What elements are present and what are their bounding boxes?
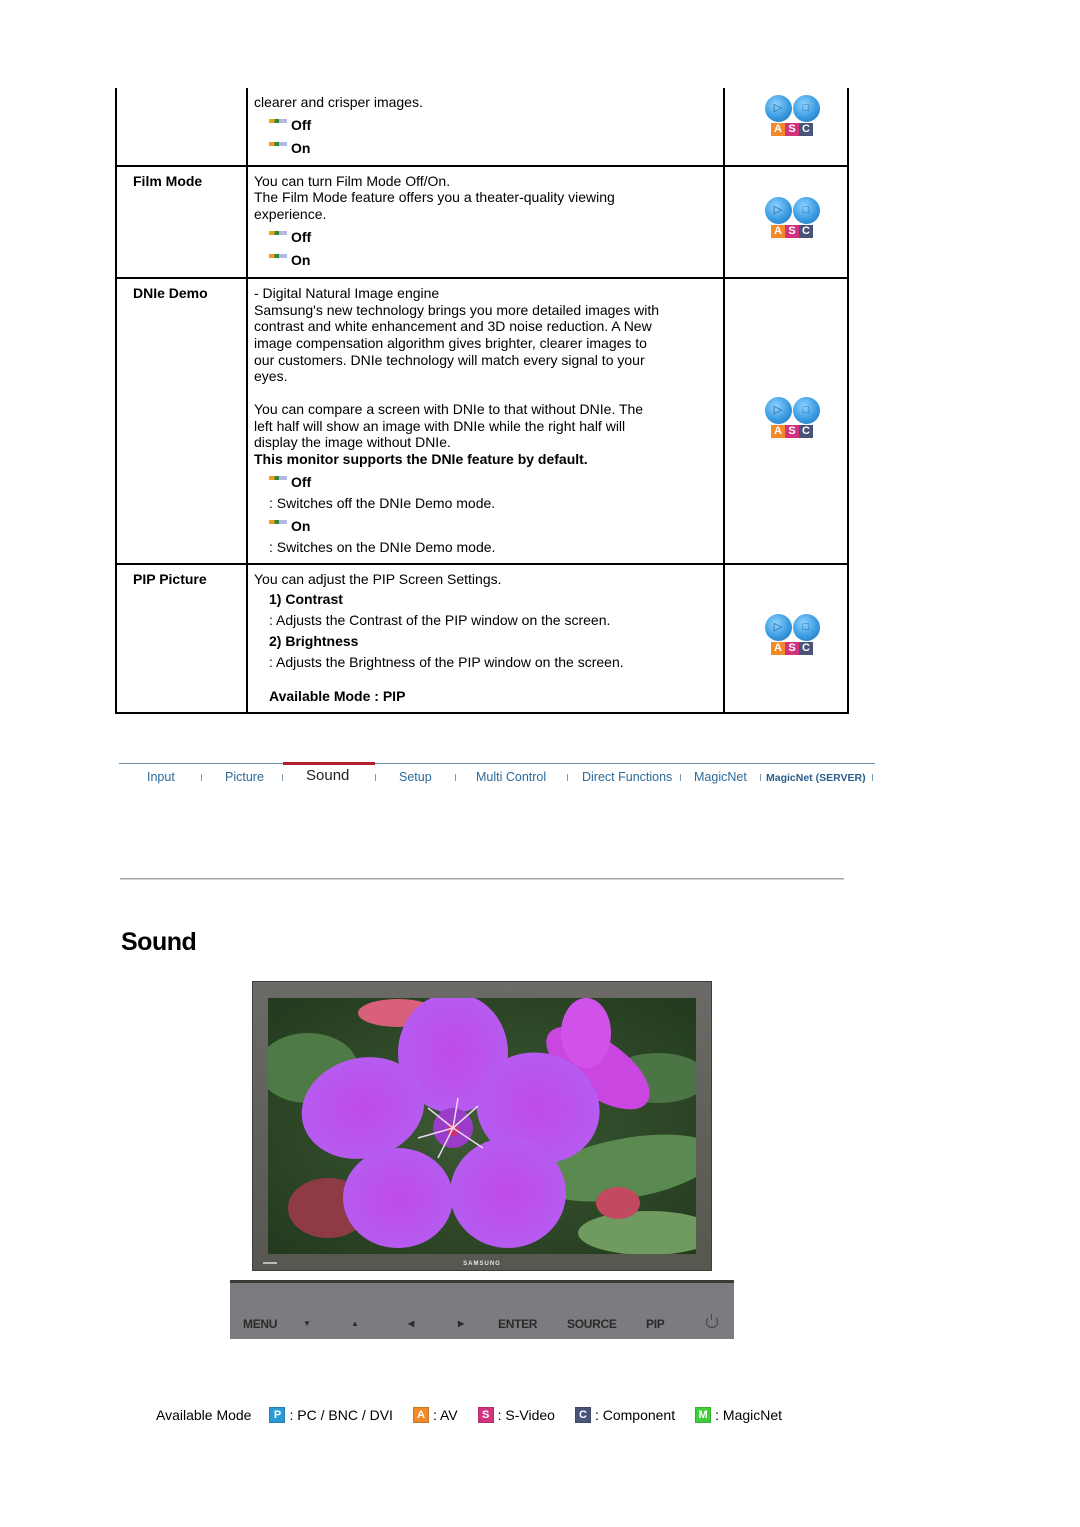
tab-separator <box>760 774 761 781</box>
enter-button[interactable]: ENTER <box>498 1317 537 1331</box>
tab-direct-functions[interactable]: Direct Functions <box>582 770 672 784</box>
active-tab-indicator <box>283 762 375 765</box>
option-on: On <box>269 140 717 157</box>
p-mode-icon: P <box>269 1407 286 1423</box>
down-arrow-icon[interactable]: ▼ <box>303 1319 311 1328</box>
tab-magicnet[interactable]: MagicNet <box>694 770 747 784</box>
row-label: Film Mode <box>115 165 248 278</box>
monitor-brand: SAMSUNG <box>463 1261 501 1267</box>
available-mode-legend: Available Mode P : PC / BNC / DVI A : AV… <box>156 1407 802 1423</box>
asc-mode-icon: ▷ □ ASC <box>763 614 821 658</box>
bullet-icon <box>269 254 287 259</box>
sub-item-title: 2) Brightness <box>269 633 359 650</box>
tab-separator <box>567 774 568 781</box>
stop-icon: □ <box>792 614 820 642</box>
row-description: clearer and crisper images. <box>254 94 423 110</box>
dnie-default-note: This monitor supports the DNIe feature b… <box>254 451 588 468</box>
tab-sound[interactable]: Sound <box>306 767 349 784</box>
tab-separator <box>455 774 456 781</box>
flower-photo <box>268 998 696 1254</box>
table-row: clearer and crisper images. Off On ▷ □ AS… <box>115 88 849 166</box>
option-on: On <box>269 518 717 535</box>
source-button[interactable]: SOURCE <box>567 1317 617 1331</box>
option-description: : Switches off the DNIe Demo mode. <box>269 494 496 511</box>
tab-separator <box>872 774 873 781</box>
row-description: You can compare a screen with DNIe to th… <box>254 401 644 451</box>
feature-table: clearer and crisper images. Off On ▷ □ AS… <box>115 88 849 714</box>
pip-button[interactable]: PIP <box>646 1317 665 1331</box>
sub-item-description: : Adjusts the Brightness of the PIP wind… <box>269 654 624 671</box>
legend-item-magicnet: M : MagicNet <box>695 1407 782 1423</box>
right-arrow-icon[interactable]: ▶ <box>458 1319 464 1328</box>
stop-icon: □ <box>792 396 820 424</box>
tab-separator <box>282 774 283 781</box>
row-description: The Film Mode feature offers you a theat… <box>254 189 615 223</box>
play-icon: ▷ <box>764 95 792 122</box>
m-mode-icon: M <box>695 1407 712 1423</box>
tab-input[interactable]: Input <box>147 770 175 784</box>
legend-item-component: C : Component <box>574 1407 675 1423</box>
legend-item-av: A : AV <box>412 1407 458 1423</box>
power-icon[interactable] <box>706 1314 718 1328</box>
monitor-image: SAMSUNG <box>252 981 712 1271</box>
table-row: DNIe Demo - Digital Natural Image engine… <box>115 277 849 565</box>
screen-flower-photo <box>268 998 696 1254</box>
section-nav: Input Picture Sound Setup Multi Control … <box>119 762 875 794</box>
row-label <box>115 88 248 166</box>
tab-magicnet-server[interactable]: MagicNet (SERVER) <box>766 772 866 784</box>
row-description: You can turn Film Mode Off/On. <box>254 172 451 189</box>
tab-separator <box>201 774 202 781</box>
asc-mode-icon: ▷ □ ASC <box>763 95 821 139</box>
sub-item-title: 1) Contrast <box>269 590 343 607</box>
option-off: Off <box>269 474 717 491</box>
option-off: Off <box>269 117 717 134</box>
monitor-control-panel: MENU ▼ ▲ ◀ ▶ ENTER SOURCE PIP <box>230 1280 734 1339</box>
tab-separator <box>375 774 376 781</box>
tab-picture[interactable]: Picture <box>225 770 264 784</box>
stop-icon: □ <box>792 95 820 122</box>
play-icon: ▷ <box>764 196 792 224</box>
option-description: : Switches on the DNIe Demo mode. <box>269 538 496 555</box>
sub-item-description: : Adjusts the Contrast of the PIP window… <box>269 611 611 628</box>
option-off: Off <box>269 229 717 246</box>
tab-setup[interactable]: Setup <box>399 770 432 784</box>
tab-separator <box>680 774 681 781</box>
c-mode-icon: C <box>574 1407 591 1423</box>
section-divider <box>120 878 844 880</box>
option-on: On <box>269 252 717 269</box>
s-mode-icon: S <box>477 1407 494 1423</box>
section-title: Sound <box>121 928 197 956</box>
bullet-icon <box>269 476 287 481</box>
bullet-icon <box>269 231 287 236</box>
table-row: PIP Picture You can adjust the PIP Scree… <box>115 564 849 714</box>
asc-mode-icon: ▷ □ ASC <box>763 396 821 441</box>
left-arrow-icon[interactable]: ◀ <box>408 1319 414 1328</box>
legend-item-pc: P : PC / BNC / DVI <box>269 1407 393 1423</box>
bullet-icon <box>269 142 287 147</box>
stop-icon: □ <box>792 196 820 224</box>
tab-multi-control[interactable]: Multi Control <box>476 770 546 784</box>
row-description: You can adjust the PIP Screen Settings. <box>254 571 502 588</box>
play-icon: ▷ <box>764 614 792 642</box>
up-arrow-icon[interactable]: ▲ <box>351 1319 359 1328</box>
a-mode-icon: A <box>412 1407 429 1423</box>
bullet-icon <box>269 119 287 124</box>
play-icon: ▷ <box>764 396 792 424</box>
legend-label: Available Mode <box>156 1407 252 1423</box>
row-label: DNIe Demo <box>115 277 248 565</box>
table-row: Film Mode You can turn Film Mode Off/On.… <box>115 165 849 278</box>
row-description: Samsung's new technology brings you more… <box>254 301 660 385</box>
bullet-icon <box>269 520 287 525</box>
menu-button[interactable]: MENU <box>243 1317 277 1331</box>
legend-item-svideo: S : S-Video <box>477 1407 555 1423</box>
row-description: - Digital Natural Image engine <box>254 284 440 301</box>
asc-mode-icon: ▷ □ ASC <box>763 196 821 241</box>
available-mode-pip: Available Mode : PIP <box>269 687 406 704</box>
row-label: PIP Picture <box>115 564 248 714</box>
